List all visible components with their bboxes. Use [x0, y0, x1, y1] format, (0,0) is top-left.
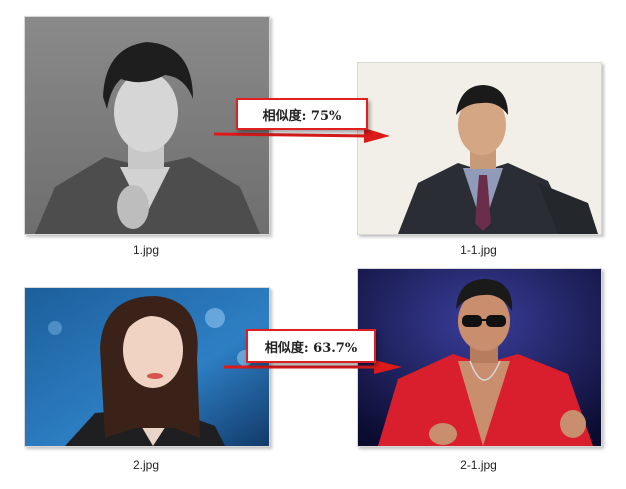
similarity-text-2: 相似度: 63.7%	[264, 340, 358, 356]
file-name-2[interactable]: 2.jpg	[24, 458, 268, 472]
similarity-label-2: 相似度: 63.7%	[246, 329, 376, 363]
file-name-2-1[interactable]: 2-1.jpg	[357, 458, 600, 472]
similarity-text-1: 相似度: 75%	[262, 108, 342, 124]
file-name-1-1[interactable]: 1-1.jpg	[357, 243, 600, 257]
similarity-label-1: 相似度: 75%	[236, 98, 368, 130]
portrait-photo-1-1	[358, 63, 601, 234]
thumbnail-1-1[interactable]	[357, 62, 602, 235]
file-name-1[interactable]: 1.jpg	[24, 243, 268, 257]
